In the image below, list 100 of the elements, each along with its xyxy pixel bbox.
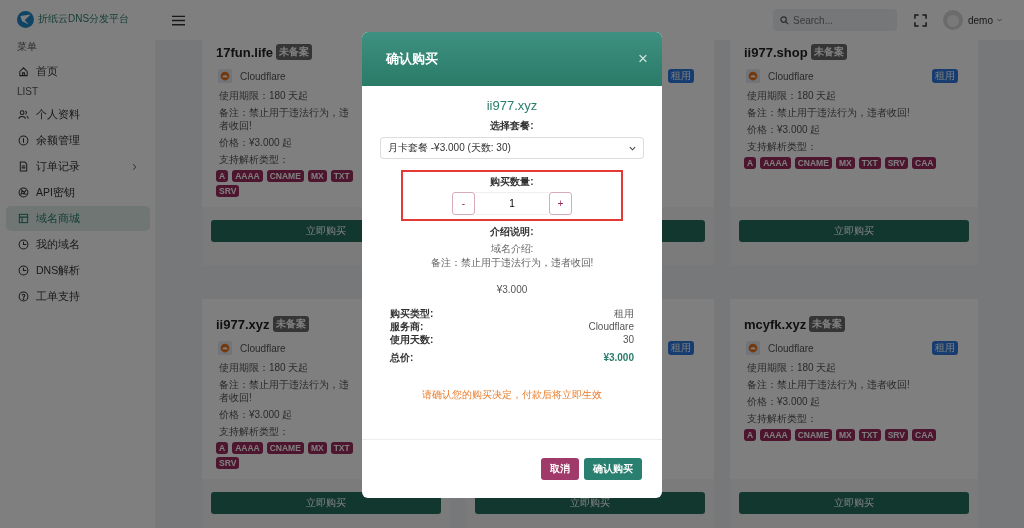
card-text: 支持解析类型： — [219, 153, 289, 166]
card-text: 使用期限：180 天起 — [747, 361, 837, 375]
record-type-tag: A — [744, 157, 757, 169]
card-text: 支持解析类型： — [747, 140, 817, 154]
sidebar-item[interactable]: 订单记录 — [6, 154, 150, 179]
provider-name: Cloudflare — [240, 342, 286, 354]
sidebar-item[interactable]: DNS解析 — [6, 258, 150, 283]
domain-name: 17fun.life — [216, 44, 274, 60]
sidebar-item[interactable]: API密钥 — [6, 180, 150, 205]
sidebar-item[interactable]: 我的域名 — [6, 232, 150, 257]
summary-label: 服务商: — [390, 320, 424, 333]
domain-name: mcyfk.xyz — [744, 316, 807, 332]
summary-value: Cloudflare — [588, 320, 634, 333]
rent-badge: 租用 — [668, 341, 694, 355]
summary-value: 30 — [622, 333, 634, 346]
user-name[interactable]: demo — [968, 14, 993, 26]
record-type-tag: AAAA — [232, 442, 263, 454]
table-icon — [18, 213, 29, 224]
aperture-icon — [18, 187, 29, 198]
record-type-tag: TXT — [858, 157, 881, 169]
sidebar-item[interactable]: 工单支持 — [6, 284, 150, 309]
card-text: 使用期限：180 天起 — [747, 89, 837, 103]
record-type-tag: MX — [835, 429, 855, 441]
buy-button[interactable]: 立即购买 — [739, 492, 969, 514]
menu-icon[interactable] — [172, 14, 185, 26]
card-text: 备注：禁止用于违法行为，违者收回! — [747, 106, 910, 120]
record-type-tag: A — [216, 170, 229, 182]
cloud-logo-icon — [746, 341, 760, 355]
record-type-tag: MX — [835, 157, 855, 169]
record-type-tag: AAAA — [232, 170, 263, 182]
fullscreen-icon[interactable] — [914, 13, 927, 27]
domain-name: ii977.xyz — [486, 98, 538, 113]
summary-label: 总价: — [390, 351, 414, 364]
coin-icon — [18, 135, 29, 146]
field-label: 选择套餐: — [490, 119, 534, 133]
summary-label: 购买类型: — [390, 307, 434, 320]
buy-button[interactable]: 立即购买 — [739, 220, 969, 242]
domain-name: ii977.shop — [744, 44, 808, 60]
record-type-tag: CNAME — [794, 429, 832, 441]
card-text: 价格：¥3.000 起 — [219, 408, 293, 421]
card-text: 价格：¥3.000 起 — [747, 395, 821, 409]
clock-icon — [18, 265, 29, 276]
logo-icon — [17, 10, 34, 28]
record-type-tag: MX — [307, 442, 327, 454]
chevron-down-icon — [629, 145, 636, 151]
card-text: 备注：禁止用于违法行为，违者收回! — [219, 106, 350, 132]
record-type-tag: TXT — [858, 429, 881, 441]
card-text: 使用期限：180 天起 — [219, 89, 309, 102]
record-type-tag: CAA — [912, 429, 937, 441]
decrement-button[interactable]: - — [452, 192, 475, 215]
field-label: 介绍说明: — [490, 225, 534, 239]
card-text: 价格：¥3.000 起 — [747, 123, 821, 137]
provider-name: Cloudflare — [768, 70, 814, 82]
sidebar-item[interactable]: 余额管理 — [6, 128, 150, 153]
card-text: 支持解析类型： — [219, 425, 289, 438]
section-label: LIST — [16, 86, 40, 97]
cloud-logo-icon — [218, 341, 232, 355]
record-type-tag: AAAA — [760, 157, 791, 169]
record-type-tag: TXT — [330, 442, 353, 454]
card-text: 价格：¥3.000 起 — [219, 136, 293, 149]
sidebar-item[interactable]: 个人资料 — [6, 102, 150, 127]
sidebar-item[interactable]: 域名商城 — [6, 206, 150, 231]
close-button[interactable]: × — [638, 49, 648, 69]
provider-name: Cloudflare — [768, 342, 814, 354]
record-type-tag: SRV — [884, 157, 908, 169]
increment-button[interactable]: + — [549, 192, 572, 215]
confirm-button[interactable]: 确认购买 — [584, 458, 642, 480]
warning-text: 请确认您的购买决定，付款后将立即生效 — [422, 388, 602, 402]
record-type-tag: CAA — [912, 157, 937, 169]
record-type-tag: MX — [307, 170, 327, 182]
brand-name: 折纸云DNS分发平台 — [38, 12, 130, 26]
document-icon — [18, 161, 29, 172]
card-text: 备注：禁止用于违法行为，违者收回! — [747, 378, 910, 392]
buy-button[interactable]: 立即购买 — [211, 492, 441, 514]
record-type-tag: AAAA — [760, 429, 791, 441]
summary-label: 使用天数: — [390, 333, 434, 346]
plan-select[interactable]: 月卡套餐 -¥3.000 (天数: 30) — [380, 137, 644, 159]
card-text: 使用期限：180 天起 — [219, 361, 309, 374]
caret-icon[interactable] — [997, 18, 1002, 22]
rent-badge: 租用 — [932, 341, 958, 355]
record-type-tag: SRV — [884, 429, 908, 441]
provider-name: Cloudflare — [240, 70, 286, 82]
search-field[interactable]: Search... — [773, 9, 897, 31]
section-label: 菜单 — [16, 40, 38, 54]
record-type-tag: A — [744, 429, 757, 441]
summary-value: 租用 — [614, 307, 634, 320]
quantity-field[interactable]: 1 — [475, 192, 549, 215]
record-type-tag: SRV — [216, 185, 240, 197]
rent-badge: 租用 — [668, 69, 694, 83]
search-icon — [780, 16, 789, 25]
intro-text: 域名介绍: — [490, 242, 534, 256]
record-type-tag: CNAME — [266, 170, 304, 182]
status-badge: 未备案 — [809, 316, 846, 332]
rent-badge: 租用 — [932, 69, 958, 83]
record-type-tag: TXT — [330, 170, 353, 182]
cloud-logo-icon — [218, 69, 232, 83]
cancel-button[interactable]: 取消 — [541, 458, 579, 480]
status-badge: 未备案 — [272, 316, 309, 332]
home-icon — [18, 66, 29, 77]
sidebar-item[interactable]: 首页 — [6, 59, 150, 84]
